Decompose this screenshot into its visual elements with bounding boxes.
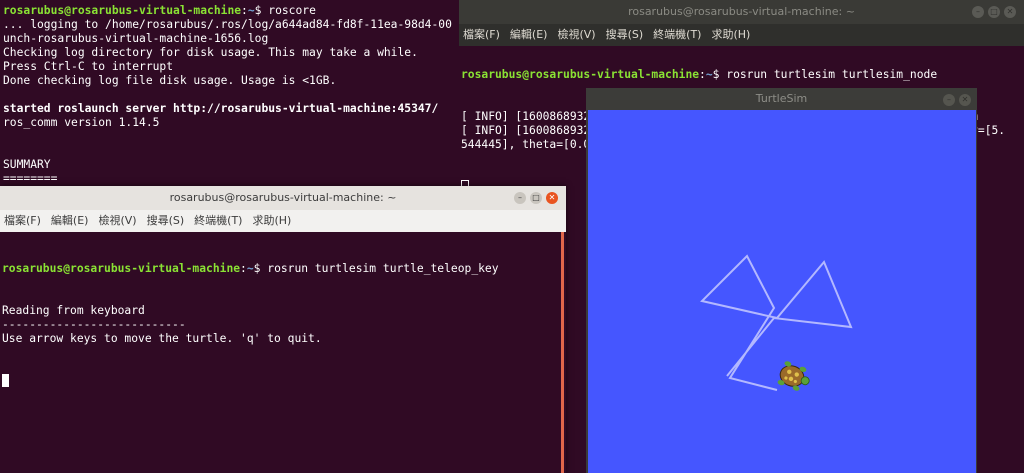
roscore-line: Press Ctrl-C to interrupt <box>3 60 452 74</box>
output-line: Use arrow keys to move the turtle. 'q' t… <box>2 332 322 345</box>
minimize-icon[interactable]: – <box>972 6 984 18</box>
roscore-line-text: ======== <box>3 172 58 185</box>
roscore-line <box>3 144 452 158</box>
prompt-path: ~ <box>705 68 713 81</box>
roscore-line-text: unch-rosarubus-virtual-machine-1656.log <box>3 32 269 45</box>
teleop-terminal-window[interactable]: rosarubus@rosarubus-virtual-machine: ~ –… <box>0 186 566 473</box>
minimize-icon[interactable]: – <box>943 94 955 106</box>
roscore-line-text <box>3 144 10 157</box>
prompt-command: $ roscore <box>254 4 316 17</box>
roscore-line: SUMMARY <box>3 158 452 172</box>
output-line: Reading from keyboard <box>2 304 145 317</box>
node-window-title: rosarubus@rosarubus-virtual-machine: ~ <box>628 5 855 18</box>
close-icon[interactable]: ✕ <box>1004 6 1016 18</box>
maximize-icon[interactable]: □ <box>988 6 1000 18</box>
roscore-line-text: Checking log directory for disk usage. T… <box>3 46 418 59</box>
prompt-command: $ rosrun turtlesim turtlesim_node <box>712 68 938 81</box>
turtlesim-title: TurtleSim <box>755 92 808 105</box>
roscore-line-text: started roslaunch server http://rosarubu… <box>3 102 439 115</box>
roscore-terminal-window[interactable]: rosarubus@rosarubus-virtual-machine:~$ r… <box>0 0 462 190</box>
teleop-menubar: 檔案(F) 編輯(E) 檢視(V) 搜尋(S) 終端機(T) 求助(H) <box>0 210 566 232</box>
roscore-line <box>3 130 452 144</box>
roscore-output: rosarubus@rosarubus-virtual-machine:~$ r… <box>3 4 452 186</box>
menu-item[interactable]: 終端機(T) <box>194 214 242 227</box>
roscore-line-text: ... logging to /home/rosarubus/.ros/log/… <box>3 18 452 31</box>
roscore-line: ======== <box>3 172 452 186</box>
maximize-icon[interactable]: □ <box>530 192 542 204</box>
roscore-line: ... logging to /home/rosarubus/.ros/log/… <box>3 18 452 32</box>
close-icon[interactable]: ✕ <box>959 94 971 106</box>
menu-item[interactable]: 檔案(F) <box>4 214 41 227</box>
prompt-path: ~ <box>247 4 255 17</box>
roscore-line-text <box>3 130 10 143</box>
roscore-line-text: Press Ctrl-C to interrupt <box>3 60 174 73</box>
roscore-line-text: SUMMARY <box>3 158 51 171</box>
minimize-icon[interactable]: – <box>514 192 526 204</box>
menu-item[interactable]: 檢視(V) <box>98 214 136 227</box>
prompt-user: rosarubus@rosarubus-virtual-machine <box>461 68 700 81</box>
teleop-window-titlebar[interactable]: rosarubus@rosarubus-virtual-machine: ~ –… <box>0 186 566 210</box>
roscore-line-text: Done checking log file disk usage. Usage… <box>3 74 337 87</box>
roscore-line: Checking log directory for disk usage. T… <box>3 46 452 60</box>
canvas-background <box>588 110 976 473</box>
roscore-line: Done checking log file disk usage. Usage… <box>3 74 452 88</box>
teleop-scrollbar[interactable] <box>561 232 564 473</box>
prompt-user: rosarubus@rosarubus-virtual-machine <box>2 262 241 275</box>
menu-item[interactable]: 編輯(E) <box>51 214 89 227</box>
turtlesim-window[interactable]: TurtleSim – ✕ <box>586 88 977 473</box>
prompt-user: rosarubus@rosarubus-virtual-machine <box>3 4 242 17</box>
menu-item[interactable]: 搜尋(S) <box>147 214 185 227</box>
prompt-path: ~ <box>246 262 254 275</box>
roscore-line-text <box>3 88 10 101</box>
teleop-window-title: rosarubus@rosarubus-virtual-machine: ~ <box>169 191 397 204</box>
prompt-command: $ rosrun turtlesim turtle_teleop_key <box>253 262 499 275</box>
terminal-cursor <box>2 374 9 387</box>
close-icon[interactable]: ✕ <box>546 192 558 204</box>
roscore-line-text: ros_comm version 1.14.5 <box>3 116 160 129</box>
roscore-line: started roslaunch server http://rosarubu… <box>3 102 452 116</box>
roscore-line <box>3 88 452 102</box>
turtlesim-titlebar[interactable]: TurtleSim – ✕ <box>586 88 977 110</box>
roscore-line: unch-rosarubus-virtual-machine-1656.log <box>3 32 452 46</box>
roscore-line: rosarubus@rosarubus-virtual-machine:~$ r… <box>3 4 316 17</box>
menu-item[interactable]: 求助(H) <box>252 214 291 227</box>
output-line: --------------------------- <box>2 318 186 331</box>
turtlesim-canvas <box>588 110 976 473</box>
roscore-line: ros_comm version 1.14.5 <box>3 116 452 130</box>
teleop-output: rosarubus@rosarubus-virtual-machine:~$ r… <box>2 234 499 417</box>
node-window-titlebar[interactable]: rosarubus@rosarubus-virtual-machine: ~ –… <box>459 0 1024 24</box>
